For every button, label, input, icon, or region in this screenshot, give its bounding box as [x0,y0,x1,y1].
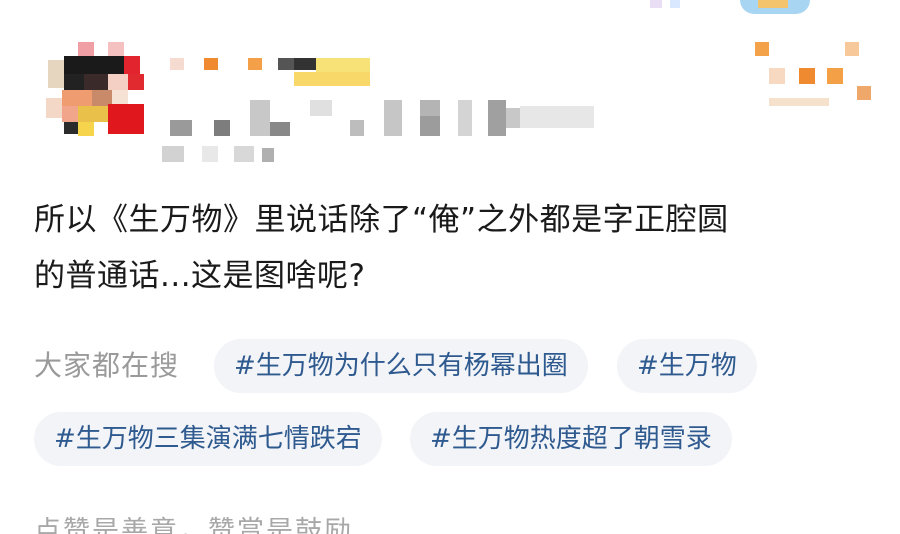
trending-tag[interactable]: #生万物三集演满七情跌宕 [34,412,382,466]
decoration-sticker [640,0,830,24]
post-source-censored [162,142,292,166]
avatar[interactable] [44,42,144,138]
post-meta-censored [170,100,610,140]
weibo-post-page: 所以《生万物》里说话除了“俺”之外都是字正腔圆 的普通话...这是图啥呢? 大家… [0,0,900,534]
trending-search-label: 大家都在搜 [34,349,180,382]
trending-tag[interactable]: #生万物为什么只有杨幂出圈 [214,339,588,393]
post-content-line: 所以《生万物》里说话除了“俺”之外都是字正腔圆 [34,202,729,238]
reward-hint-text: 点赞是善意，赞赏是鼓励 [34,516,353,534]
post-content: 所以《生万物》里说话除了“俺”之外都是字正腔圆 的普通话...这是图啥呢? [34,192,874,304]
trending-tag[interactable]: #生万物 [617,339,757,393]
post-content-line: 的普通话...这是图啥呢? [34,258,366,294]
author-name-censored[interactable] [170,52,380,88]
trending-tag[interactable]: #生万物热度超了朝雪录 [410,412,732,466]
follow-badge-censored[interactable] [745,38,885,108]
